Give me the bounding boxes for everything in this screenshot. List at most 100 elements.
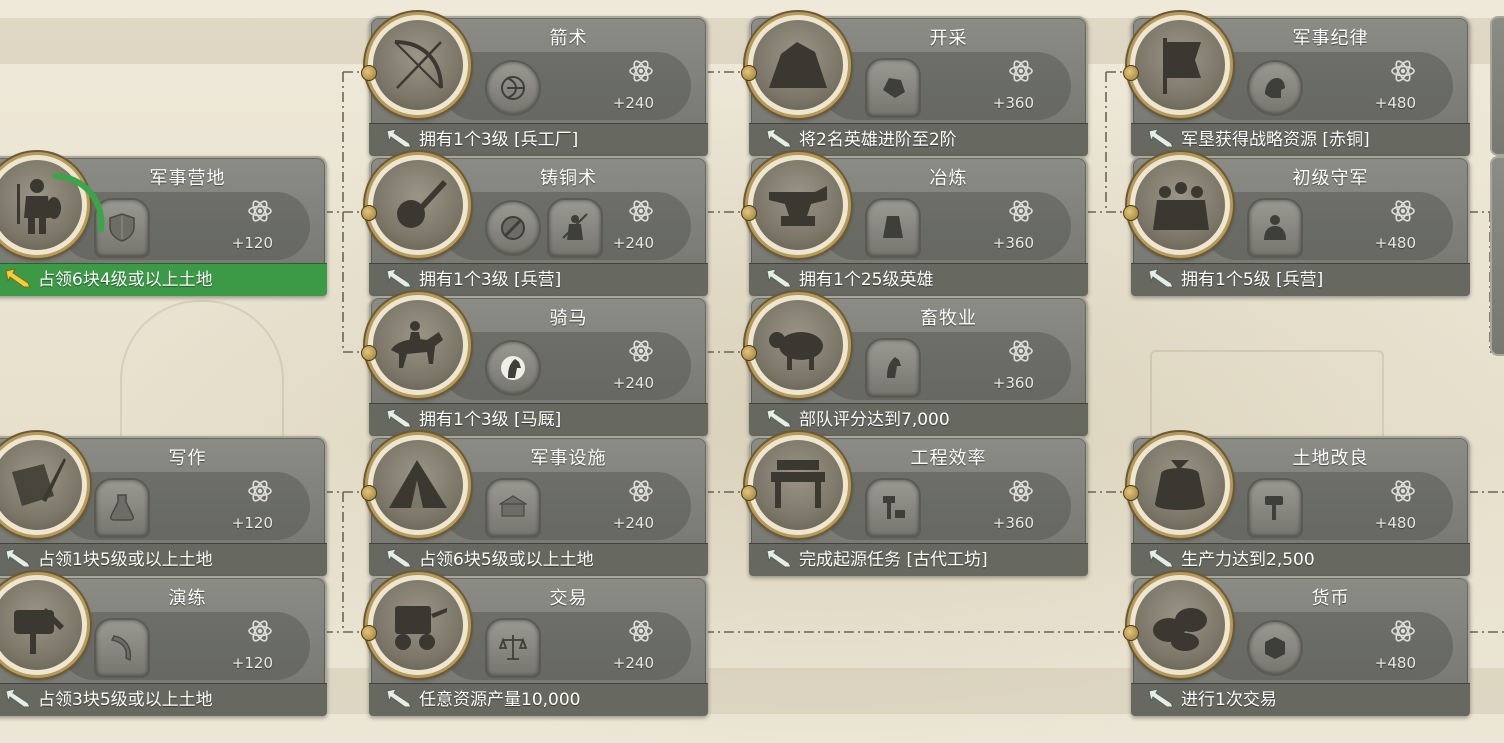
tech-portrait — [745, 152, 851, 258]
tech-portrait — [365, 572, 471, 678]
upgrade-arrow-icon — [1148, 128, 1174, 148]
offscreen-card-edge[interactable] — [1490, 16, 1504, 156]
requirement-text: 拥有1个3级 [马厩] — [419, 410, 562, 430]
tech-portrait — [745, 432, 851, 538]
tech-portrait — [745, 292, 851, 398]
research-points: +240 — [612, 514, 654, 532]
tech-portrait — [1127, 432, 1233, 538]
upgrade-arrow-icon — [766, 128, 792, 148]
connector-knob — [1123, 625, 1139, 641]
tech-card-animal-husbandry[interactable]: 畜牧业 +360 部队评分达到7,000 — [745, 292, 1088, 436]
potion-flask-icon[interactable] — [94, 478, 150, 538]
helmet-icon[interactable] — [1247, 60, 1303, 116]
horse-card-icon[interactable] — [865, 338, 921, 398]
war-banner-icon — [1163, 38, 1201, 94]
requirement-text: 拥有1个3级 [兵营] — [419, 270, 562, 290]
tech-card-currency[interactable]: 货币 +480 进行1次交易 — [1127, 572, 1470, 716]
requirement-text: 军垦获得战略资源 [赤铜] — [1181, 130, 1370, 150]
tech-card-bronze-casting[interactable]: 铸铜术 +240 拥有1个3级 [兵营] — [365, 152, 708, 296]
connector-knob — [1123, 485, 1139, 501]
connector-knob — [361, 485, 377, 501]
tech-portrait — [365, 12, 471, 118]
tech-card-military-camp[interactable]: 军事营地 +120 占领6块4级或以上土地 — [0, 152, 327, 296]
tech-card-drill[interactable]: 演练 +120 占领3块5级或以上土地 — [0, 572, 327, 716]
requirement-text: 生产力达到2,500 — [1181, 550, 1315, 570]
research-points-icon — [1390, 618, 1416, 648]
tech-card-archery[interactable]: 箭术 +240 拥有1个3级 [兵工厂] — [365, 12, 708, 156]
research-points: +240 — [612, 94, 654, 112]
stone-icon[interactable] — [865, 58, 921, 118]
connector-knob — [361, 65, 377, 81]
research-points-icon — [1008, 478, 1034, 508]
research-points: +360 — [992, 514, 1034, 532]
saber-icon[interactable] — [94, 618, 150, 678]
bow-arrow-icon — [394, 40, 443, 89]
requirement-text: 拥有1个5级 [兵营] — [1181, 270, 1324, 290]
upgrade-arrow-icon — [386, 548, 412, 568]
connector-knob — [741, 485, 757, 501]
bow-target-icon[interactable] — [485, 60, 541, 116]
research-points-icon — [628, 618, 654, 648]
barracks-icon[interactable] — [485, 478, 541, 538]
tech-card-writing[interactable]: 写作 +120 占领1块5级或以上土地 — [0, 432, 327, 576]
research-points: +240 — [612, 654, 654, 672]
ingot-icon[interactable] — [865, 198, 921, 258]
coin-icon[interactable] — [1247, 620, 1303, 676]
horse-head-icon[interactable] — [485, 340, 541, 396]
research-points-icon — [1390, 58, 1416, 88]
tech-card-engineering-efficiency[interactable]: 工程效率 +360 完成起源任务 [古代工坊] — [745, 432, 1088, 576]
connector-knob — [1123, 205, 1139, 221]
research-points-icon — [1008, 198, 1034, 228]
workbench-icon — [771, 460, 825, 508]
research-points: +360 — [992, 374, 1034, 392]
spearman-icon[interactable] — [547, 198, 603, 258]
tech-card-military-facilities[interactable]: 军事设施 +240 占领6块5级或以上土地 — [365, 432, 708, 576]
tech-card-smelting[interactable]: 冶炼 +360 拥有1个25级英雄 — [745, 152, 1088, 296]
offscreen-card-edge[interactable] — [1490, 156, 1504, 356]
connector-knob — [361, 205, 377, 221]
tech-portrait — [1127, 152, 1233, 258]
upgrade-arrow-icon — [386, 268, 412, 288]
tech-card-horse-riding[interactable]: 骑马 +240 拥有1个3级 [马厩] — [365, 292, 708, 436]
requirement-text: 进行1次交易 — [1181, 690, 1277, 710]
research-points: +240 — [612, 374, 654, 392]
research-points-icon — [247, 618, 273, 648]
research-points-icon — [247, 478, 273, 508]
research-points-icon — [1008, 58, 1034, 88]
cart-icon — [395, 606, 447, 650]
research-points: +480 — [1374, 94, 1416, 112]
research-points-icon — [628, 198, 654, 228]
hammer-anvil-icon[interactable] — [865, 478, 921, 538]
horseman-icon — [391, 321, 443, 368]
tech-card-military-discipline[interactable]: 军事纪律 +480 军垦获得战略资源 [赤铜] — [1127, 12, 1470, 156]
research-points-icon — [628, 338, 654, 368]
warrior-bust-icon[interactable] — [1247, 198, 1303, 258]
progress-ring — [52, 173, 105, 233]
research-points-icon — [1008, 338, 1034, 368]
research-points-icon — [1390, 478, 1416, 508]
ladle-icon — [397, 180, 447, 228]
upgrade-arrow-icon — [5, 548, 31, 568]
requirement-text: 占领6块5级或以上土地 — [419, 550, 594, 570]
tech-card-mining[interactable]: 开采 +360 将2名英雄进阶至2阶 — [745, 12, 1088, 156]
upgrade-arrow-icon — [386, 688, 412, 708]
cattle-icon — [769, 332, 823, 370]
research-points-icon — [628, 478, 654, 508]
tech-card-junior-garrison[interactable]: 初级守军 +480 拥有1个5级 [兵营] — [1127, 152, 1470, 296]
tech-card-trade[interactable]: 交易 +240 任意资源产量10,000 — [365, 572, 708, 716]
requirement-text: 拥有1个25级英雄 — [799, 270, 934, 290]
tech-portrait — [365, 432, 471, 538]
research-points: +480 — [1374, 234, 1416, 252]
connector-knob — [1123, 65, 1139, 81]
scales-icon[interactable] — [485, 618, 541, 678]
requirement-text: 完成起源任务 [古代工坊] — [799, 550, 988, 570]
research-points-icon — [247, 198, 273, 228]
scroll-quill-icon — [12, 458, 66, 506]
research-points: +120 — [231, 514, 273, 532]
research-points: +240 — [612, 234, 654, 252]
no-entry-icon[interactable] — [485, 200, 541, 256]
mallet-icon[interactable] — [1247, 478, 1303, 538]
coins-icon — [1153, 608, 1207, 651]
tech-card-land-improvement[interactable]: 土地改良 +480 生产力达到2,500 — [1127, 432, 1470, 576]
requirement-text: 部队评分达到7,000 — [799, 410, 950, 430]
